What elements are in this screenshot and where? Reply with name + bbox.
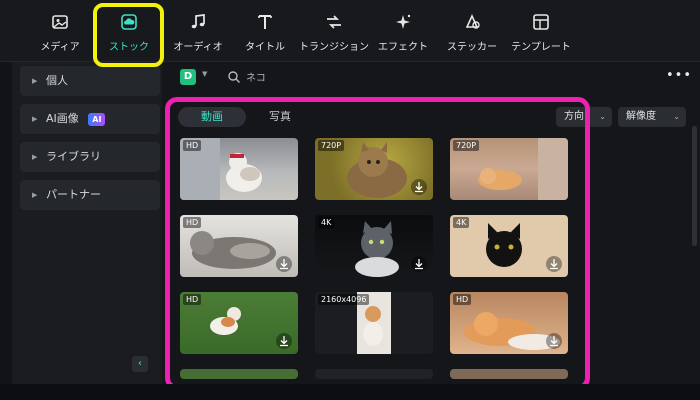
- left-sidebar: ▶ 個人 ▶ AI画像 AI ▶ ライブラリ ▶ パートナー ‹: [12, 62, 162, 384]
- transition-icon: [297, 12, 371, 34]
- toolbar-audio-button[interactable]: オーディオ: [161, 10, 235, 56]
- resolution-dropdown-label: 解像度: [626, 111, 656, 122]
- toolbar-sticker-button[interactable]: ステッカー: [435, 10, 509, 56]
- caret-right-icon: ▶: [32, 153, 38, 161]
- toolbar-transition-label: トランジション: [299, 42, 369, 53]
- toolbar-template-button[interactable]: テンプレート: [504, 10, 578, 56]
- ai-badge: AI: [88, 112, 106, 126]
- more-options-icon[interactable]: •••: [666, 68, 692, 83]
- chevron-down-icon: ⌄: [673, 112, 680, 121]
- music-note-icon: [161, 12, 235, 34]
- toolbar-effect-button[interactable]: エフェクト: [366, 10, 440, 56]
- caret-right-icon: ▶: [32, 77, 38, 85]
- sidebar-item-library[interactable]: ▶ ライブラリ: [20, 142, 160, 172]
- sidebar-item-partner[interactable]: ▶ パートナー: [20, 180, 160, 210]
- toolbar-effect-label: エフェクト: [378, 42, 428, 53]
- resolution-dropdown[interactable]: 解像度 ⌄: [618, 107, 686, 127]
- chevron-down-icon: ⌄: [599, 112, 606, 121]
- sidebar-item-label: ライブラリ: [46, 150, 101, 163]
- stock-tab-highlight: [93, 3, 164, 67]
- library-source-icon[interactable]: D: [180, 69, 196, 85]
- sidebar-item-ai-image[interactable]: ▶ AI画像 AI: [20, 104, 160, 134]
- sidebar-item-label: 個人: [46, 74, 68, 87]
- toolbar-media-label: メディア: [40, 42, 80, 53]
- effect-sparkle-icon: [366, 12, 440, 34]
- toolbar-media-button[interactable]: メディア: [23, 10, 97, 56]
- toolbar-sticker-label: ステッカー: [447, 42, 497, 53]
- search-icon[interactable]: [226, 69, 242, 85]
- media-icon: [23, 12, 97, 34]
- title-t-icon: [228, 12, 302, 34]
- toolbar-template-label: テンプレート: [511, 42, 571, 53]
- chevron-left-icon: ‹: [138, 358, 142, 369]
- vertical-scrollbar[interactable]: [692, 126, 697, 246]
- caret-right-icon: ▶: [32, 191, 38, 199]
- toolbar-title-label: タイトル: [245, 42, 285, 53]
- sidebar-item-personal[interactable]: ▶ 個人: [20, 66, 160, 96]
- toolbar-audio-label: オーディオ: [173, 42, 223, 53]
- sticker-icon: [435, 12, 509, 34]
- search-input[interactable]: ネコ: [246, 69, 266, 84]
- bottom-panel-strip: [0, 384, 700, 400]
- toolbar-transition-button[interactable]: トランジション: [297, 10, 371, 56]
- search-bar: D ▼ ネコ •••: [162, 62, 700, 92]
- toolbar-title-button[interactable]: タイトル: [228, 10, 302, 56]
- template-icon: [504, 12, 578, 34]
- caret-down-icon[interactable]: ▼: [202, 70, 207, 78]
- stock-results-highlight: [165, 97, 590, 390]
- collapse-sidebar-button[interactable]: ‹: [132, 356, 148, 372]
- sidebar-item-label: パートナー: [46, 188, 101, 201]
- sidebar-item-label: AI画像: [46, 112, 79, 125]
- caret-right-icon: ▶: [32, 115, 38, 123]
